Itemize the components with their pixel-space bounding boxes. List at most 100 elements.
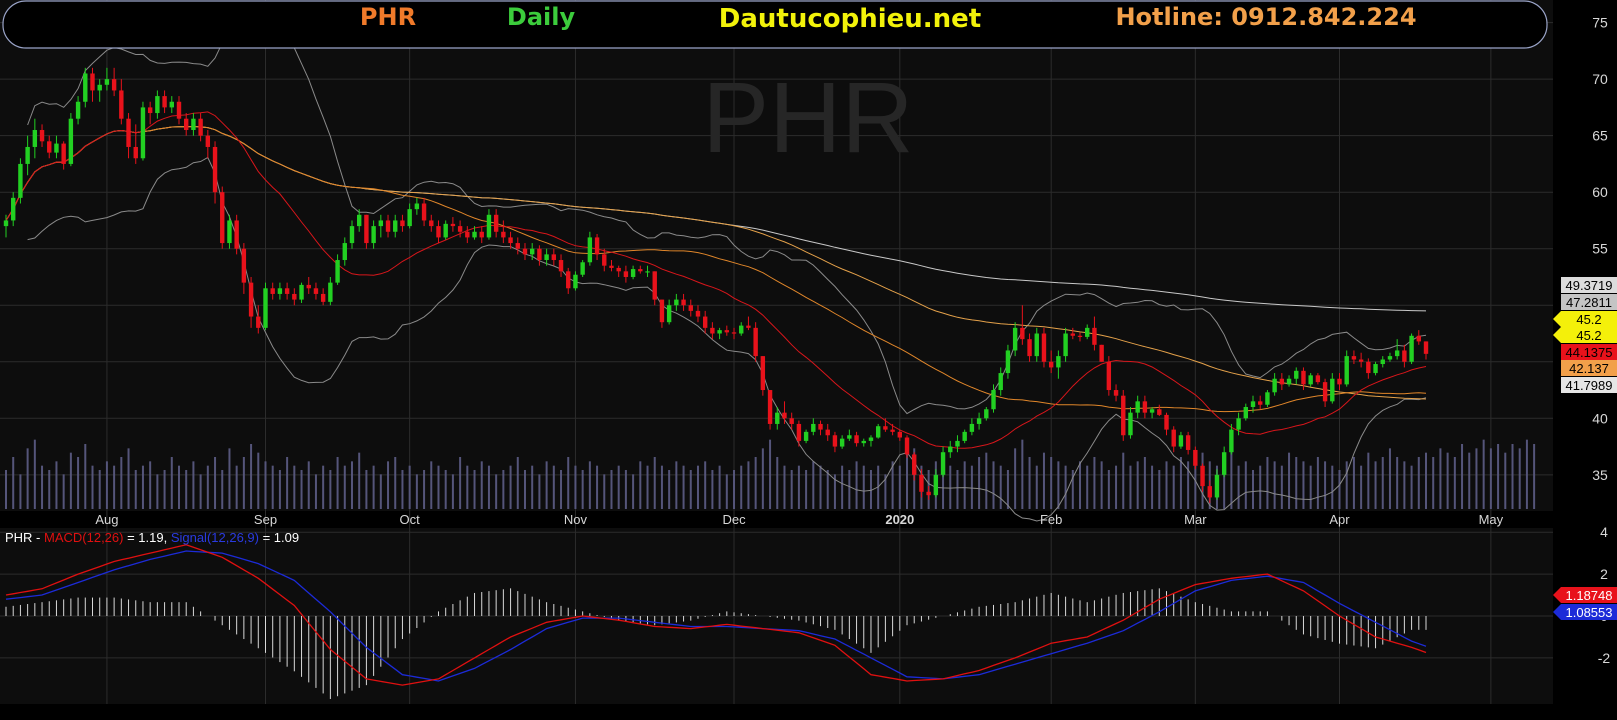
volume-bar [250,444,253,509]
volume-bar [1352,457,1355,509]
volume-bar [906,452,909,509]
candle-body [1020,327,1025,340]
candle-body [1258,401,1263,405]
candle-body [811,423,816,432]
volume-bar [1360,465,1363,509]
volume-bar [560,470,563,509]
candle-body [702,316,708,328]
volume-bar [754,457,757,509]
volume-bar [632,474,635,509]
volume-bar [134,470,137,509]
volume-bar [1115,465,1118,509]
candle-body [104,79,110,85]
volume-bar [113,465,116,509]
candle-body [292,293,297,300]
volume-bar [1107,470,1110,509]
candle-body [393,220,398,232]
volume-bar [387,461,390,509]
volume-bar [242,457,245,509]
volume-bar [1273,461,1276,509]
candle-body [371,226,376,244]
candle-body [443,223,448,238]
volume-bar [1158,470,1161,509]
candle-body [1315,375,1321,383]
volume-bar [1014,448,1017,509]
candle-body [54,143,59,153]
candle-body [119,90,124,119]
candle-body [1193,449,1198,466]
candle-body [220,192,225,244]
candle-body [364,214,369,244]
volume-bar [170,457,173,509]
date-tick-label: Aug [95,512,118,527]
volume-bar [286,457,289,509]
candle-body [198,118,203,136]
volume-bar [1453,457,1456,509]
volume-bar [617,465,620,509]
volume-bar [430,461,433,509]
volume-bar [689,470,692,509]
candle-body [205,135,211,147]
candle-body [1337,378,1342,385]
volume-bar [1244,461,1247,509]
volume-bar [1497,444,1500,509]
candle-body [796,423,802,441]
volume-bar [783,465,786,509]
volume-bar [423,470,426,509]
date-tick-label: May [1479,512,1504,527]
price-tag-label: 44.1375 [1566,345,1613,360]
candle-body [479,231,484,238]
volume-bar [55,461,58,509]
volume-bar [574,465,577,509]
volume-bar [350,461,353,509]
candle-body [724,330,730,333]
volume-bar [1179,457,1182,509]
candle-body [710,327,715,334]
volume-bar [733,470,736,509]
candle-body [1358,359,1364,362]
candle-body [3,220,9,227]
volume-bar [127,448,130,509]
candle-body [1135,401,1140,413]
volume-bar [1295,457,1298,509]
volume-bar [769,439,772,509]
volume-bar [41,465,44,509]
volume-bar [1230,448,1233,509]
volume-bar [999,465,1002,509]
volume-bar [1525,439,1528,509]
candle-body [400,220,405,227]
candle-body [1416,335,1421,342]
candle-body [1048,361,1054,368]
volume-bar [1165,461,1168,509]
candle-body [169,101,174,108]
candle-body [832,435,838,447]
volume-bar [1143,457,1146,509]
candle-body [501,231,506,238]
volume-bar [610,470,613,509]
candle-body [1157,409,1162,415]
volume-bar [1461,444,1464,509]
candle-body [948,446,953,453]
candle-body [1402,350,1407,362]
volume-bar [495,474,498,509]
volume-bar [992,461,995,509]
candle-body [955,440,960,447]
macd-tick-label: 4 [1600,524,1608,540]
volume-bar [949,465,952,509]
volume-bar [48,470,51,509]
volume-bar [862,465,865,509]
date-tick-label: Dec [722,512,746,527]
candle-body [97,84,102,91]
candle-body [25,146,30,164]
candle-body [1214,474,1220,498]
candle-body [515,243,520,249]
price-tick-label: 75 [1592,15,1608,31]
candle-body [818,423,823,430]
candle-body [1279,378,1285,385]
candle-body [277,288,283,294]
candle-body [1185,435,1191,450]
volume-bar [1259,465,1262,509]
candle-body [782,412,787,419]
candle-body [133,146,138,159]
volume-bar [1396,457,1399,509]
